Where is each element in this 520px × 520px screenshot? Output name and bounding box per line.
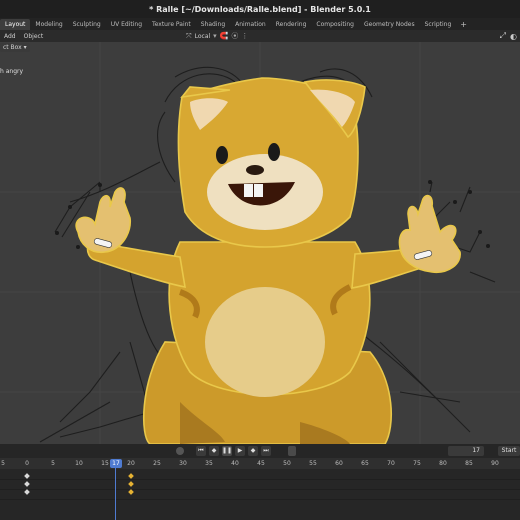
proportional-edit-icon[interactable]: ⦿ xyxy=(231,31,238,41)
tick-label: 90 xyxy=(491,460,499,467)
channel-divider xyxy=(0,489,520,490)
next-keyframe-icon[interactable]: ◆ xyxy=(248,446,258,456)
auto-keying-icon[interactable] xyxy=(176,447,184,455)
tab-modeling[interactable]: Modeling xyxy=(30,19,67,30)
tick-label: 40 xyxy=(231,460,239,467)
playhead-line[interactable] xyxy=(115,466,116,520)
tab-animation[interactable]: Animation xyxy=(230,19,271,30)
tab-compositing[interactable]: Compositing xyxy=(311,19,359,30)
prev-keyframe-icon[interactable]: ◆ xyxy=(209,446,219,456)
tick-label: 65 xyxy=(361,460,369,467)
orientation-icon: ⤧ xyxy=(186,31,192,40)
timeline-ruler[interactable]: 5 0 5 10 15 20 25 30 35 40 45 50 55 60 6… xyxy=(0,458,520,469)
orientation-label: Local xyxy=(194,32,211,40)
viewport-scene xyxy=(0,42,520,444)
tab-layout[interactable]: Layout xyxy=(0,18,31,30)
window-titlebar: * Ralle [~/Downloads/Ralle.blend] - Blen… xyxy=(0,0,520,18)
tick-label: 25 xyxy=(153,460,161,467)
jump-start-icon[interactable]: ⏮ xyxy=(196,446,206,456)
menu-add[interactable]: Add xyxy=(0,33,20,40)
playback-controls: ⏮ ◆ ❚❚ ▶ ◆ ⏭ xyxy=(196,446,271,456)
playhead-frame[interactable]: 17 xyxy=(110,459,122,468)
tick-label: 85 xyxy=(465,460,473,467)
transform-orientation[interactable]: ⤧ Local ▾ 🧲 ⦿ ⋮ xyxy=(186,30,248,42)
workspace-tabs: Layout Modeling Sculpting UV Editing Tex… xyxy=(0,18,520,30)
tick-label: 35 xyxy=(205,460,213,467)
tick-label: 30 xyxy=(179,460,187,467)
tab-uv-editing[interactable]: UV Editing xyxy=(106,19,147,30)
timeline-keyframes[interactable] xyxy=(0,469,520,520)
start-frame-button[interactable]: Start xyxy=(498,446,520,456)
tab-sculpting[interactable]: Sculpting xyxy=(68,19,106,30)
chevron-down-icon: ▾ xyxy=(213,32,217,40)
tab-scripting[interactable]: Scripting xyxy=(420,19,457,30)
select-box-dropdown[interactable]: ct Box ▾ xyxy=(0,43,30,52)
tool-header: ct Box ▾ xyxy=(0,42,520,53)
tick-label: 80 xyxy=(439,460,447,467)
overlay-icon[interactable]: ⋮ xyxy=(241,32,248,40)
record-icon[interactable] xyxy=(288,446,296,456)
menu-object[interactable]: Object xyxy=(20,33,48,40)
tick-label: 10 xyxy=(75,460,83,467)
add-workspace-button[interactable]: + xyxy=(456,20,471,29)
current-frame-field[interactable]: 17 xyxy=(448,446,484,456)
play-icon[interactable]: ▶ xyxy=(235,446,245,456)
tab-geometry-nodes[interactable]: Geometry Nodes xyxy=(359,19,420,30)
tick-label: 55 xyxy=(309,460,317,467)
tick-label: 15 xyxy=(101,460,109,467)
tick-label: 60 xyxy=(335,460,343,467)
tick-label: 20 xyxy=(127,460,135,467)
tab-texture-paint[interactable]: Texture Paint xyxy=(147,19,196,30)
pause-icon[interactable]: ❚❚ xyxy=(222,446,232,456)
select-box-label: ct Box xyxy=(3,44,22,51)
tick-label: 50 xyxy=(283,460,291,467)
3d-viewport[interactable]: h angry xyxy=(0,42,520,444)
view-gizmo-icon[interactable]: ⤢ xyxy=(500,31,506,41)
tick-label: 45 xyxy=(257,460,265,467)
tick-label: 75 xyxy=(413,460,421,467)
tick-label: 0 xyxy=(25,460,29,467)
character-mesh xyxy=(75,77,461,444)
header-right-tools: ⤢ ◐ xyxy=(500,30,520,42)
tab-rendering[interactable]: Rendering xyxy=(271,19,312,30)
channel-divider xyxy=(0,499,520,500)
tick-label: 5 xyxy=(1,460,5,467)
viewport-header: Add Object ⤧ Local ▾ 🧲 ⦿ ⋮ ⤢ ◐ xyxy=(0,30,520,42)
channel-divider xyxy=(0,479,520,480)
snap-icon[interactable]: 🧲 xyxy=(220,32,229,40)
tab-shading[interactable]: Shading xyxy=(196,19,230,30)
visibility-icon[interactable]: ◐ xyxy=(510,32,517,41)
viewport-overlay-text: h angry xyxy=(0,68,24,75)
tick-label: 5 xyxy=(51,460,55,467)
jump-end-icon[interactable]: ⏭ xyxy=(261,446,271,456)
window-title: * Ralle [~/Downloads/Ralle.blend] - Blen… xyxy=(149,4,371,14)
tick-label: 70 xyxy=(387,460,395,467)
playback-bar: ⏮ ◆ ❚❚ ▶ ◆ ⏭ 17 Start xyxy=(0,444,520,458)
